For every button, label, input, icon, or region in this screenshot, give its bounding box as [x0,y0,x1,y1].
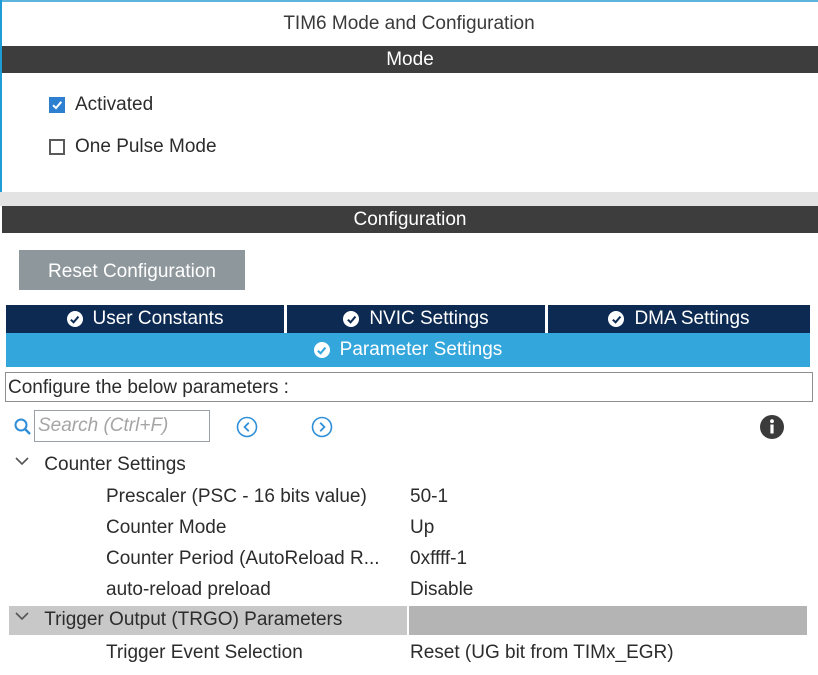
tab-dma-settings-label: DMA Settings [634,308,750,329]
search-input[interactable] [35,411,211,441]
group-counter-settings[interactable]: Counter Settings [13,451,186,479]
check-circle-icon [608,311,625,327]
param-value[interactable]: 50-1 [410,481,448,512]
configuration-section-header: Configuration [2,206,818,233]
activated-checkbox-row[interactable]: Activated [49,94,153,116]
one-pulse-label: One Pulse Mode [75,136,217,157]
activated-label: Activated [75,94,154,115]
param-label: auto-reload preload [106,579,271,600]
param-label: Counter Period (AutoReload R... [106,548,380,569]
tab-nvic-settings[interactable]: NVIC Settings [287,305,545,333]
search-icon [13,417,33,437]
check-circle-icon [343,311,360,327]
previous-icon[interactable] [236,416,258,438]
tab-user-constants-label: User Constants [92,308,224,329]
tab-nvic-settings-label: NVIC Settings [369,308,489,329]
next-icon[interactable] [311,416,333,438]
tab-user-constants[interactable]: User Constants [6,305,284,333]
parameters-description: Configure the below parameters : [5,372,813,402]
window-title: TIM6 Mode and Configuration [283,13,535,34]
activated-checkbox[interactable] [49,97,65,113]
check-circle-icon [313,342,330,358]
chevron-down-icon [13,451,31,479]
tab-parameter-settings[interactable]: Parameter Settings [6,333,810,367]
tab-parameter-settings-label: Parameter Settings [339,339,503,360]
check-circle-icon [66,311,83,327]
group-label: Counter Settings [44,454,186,476]
reset-configuration-button[interactable]: Reset Configuration [19,250,245,290]
param-value[interactable]: Reset (UG bit from TIMx_EGR) [410,637,674,668]
group-trigger-output[interactable]: Trigger Output (TRGO) Parameters [13,606,342,634]
param-label: Prescaler (PSC - 16 bits value) [106,486,367,507]
param-value[interactable]: 0xffff-1 [410,543,467,574]
param-value[interactable]: Disable [410,574,473,605]
checkmark-icon [52,101,63,110]
param-label: Counter Mode [106,517,227,538]
group-label: Trigger Output (TRGO) Parameters [44,609,343,631]
param-value[interactable]: Up [410,512,434,543]
mode-section-header: Mode [2,46,818,73]
tab-dma-settings[interactable]: DMA Settings [548,305,810,333]
selected-row-value-cell [409,606,807,635]
search-box[interactable] [34,410,211,442]
one-pulse-checkbox[interactable] [49,139,65,155]
one-pulse-checkbox-row[interactable]: One Pulse Mode [49,136,217,158]
chevron-down-icon [13,606,31,634]
section-divider[interactable] [0,192,818,206]
info-icon[interactable] [759,414,785,440]
param-label: Trigger Event Selection [106,642,303,663]
